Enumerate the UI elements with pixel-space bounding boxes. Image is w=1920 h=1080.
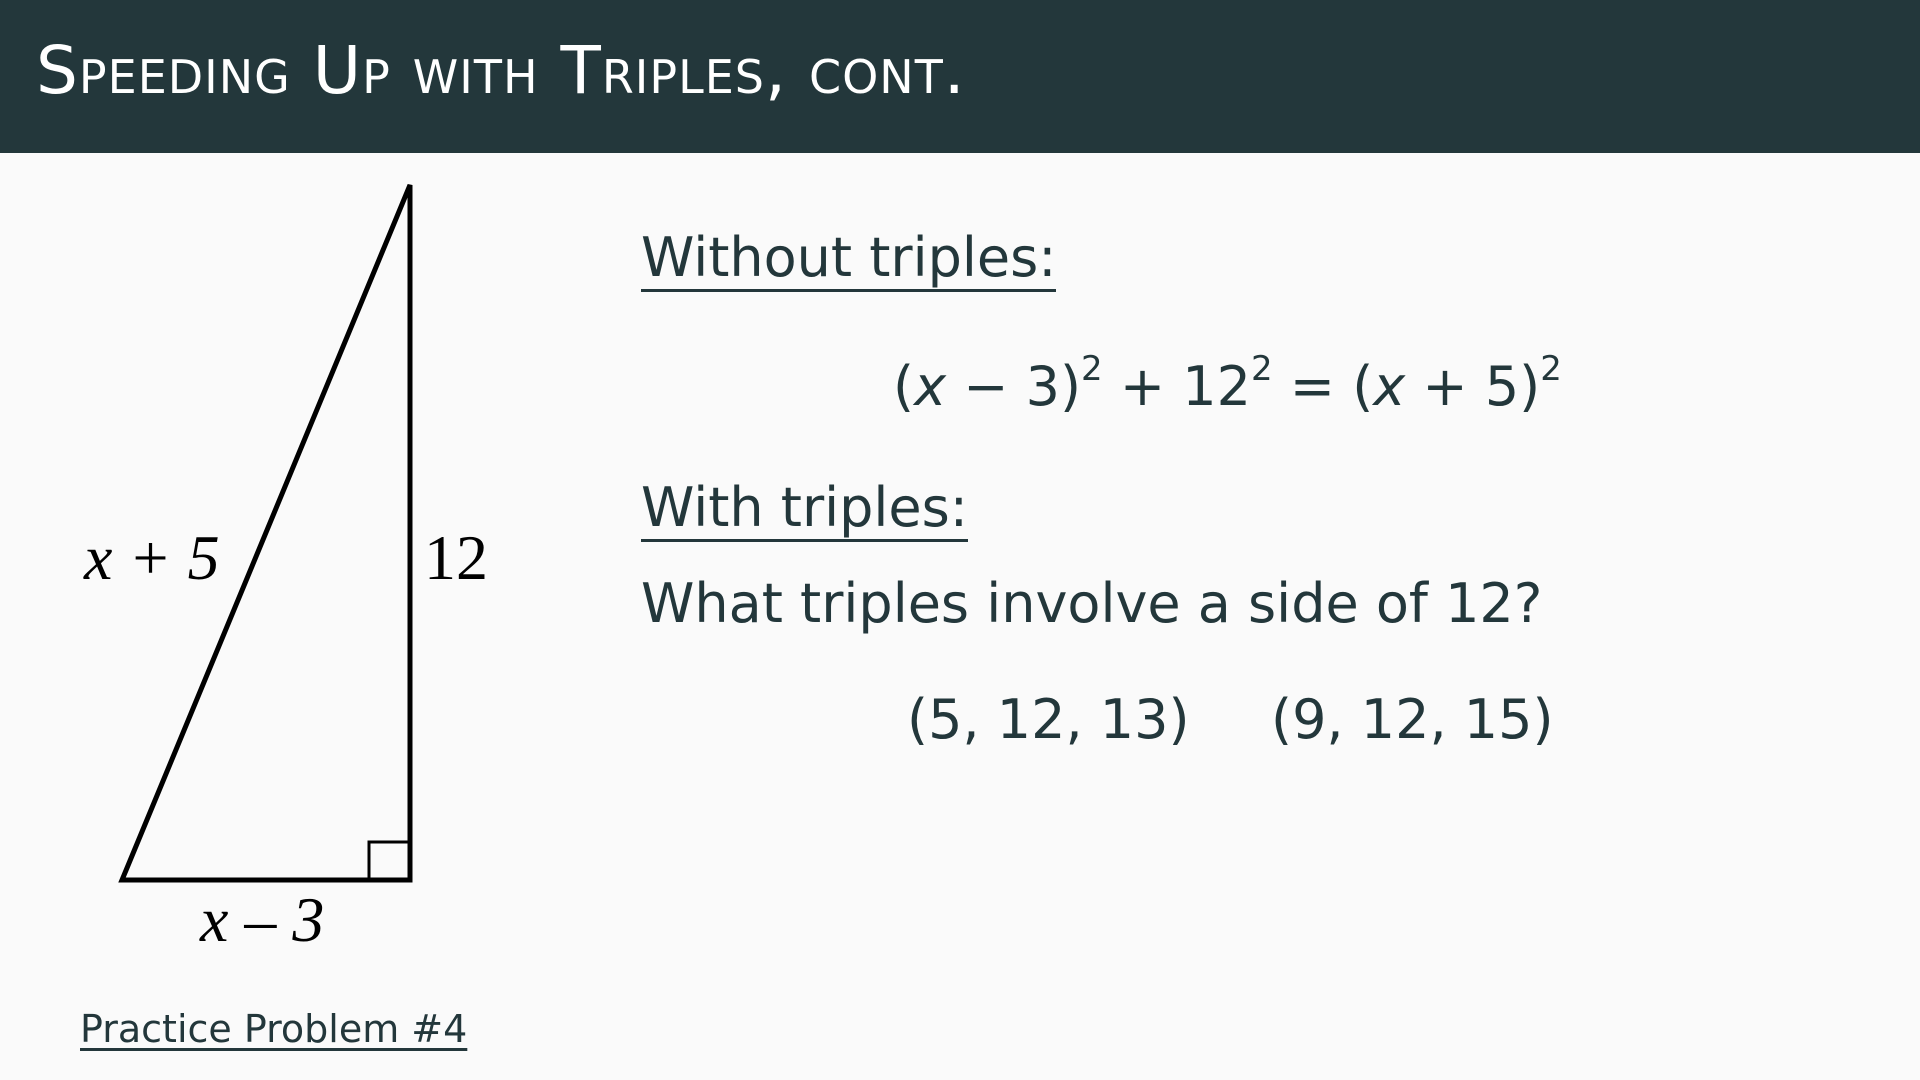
triple-option: (9, 12, 15) bbox=[1271, 688, 1554, 751]
pythagorean-equation: (x − 3)2 + 122 = (x + 5)2 bbox=[893, 352, 1562, 414]
slide-title: Speeding Up with Triples, cont. bbox=[36, 32, 966, 109]
base-label: x – 3 bbox=[199, 884, 324, 955]
with-triples-heading: With triples: bbox=[641, 478, 968, 543]
eq-open-paren: ( bbox=[893, 355, 915, 418]
right-triangle-diagram: x + 5 12 x – 3 bbox=[83, 184, 488, 955]
eq-variable-x-1: x bbox=[914, 355, 947, 418]
vertical-leg-label: 12 bbox=[424, 522, 488, 593]
eq-variable-x-2: x bbox=[1373, 355, 1406, 418]
title-bar: Speeding Up with Triples, cont. bbox=[0, 0, 1920, 153]
eq-exponent-2: 2 bbox=[1250, 349, 1273, 389]
eq-term-2: + 12 bbox=[1102, 355, 1251, 418]
eq-equals: = ( bbox=[1272, 355, 1374, 418]
without-triples-heading: Without triples: bbox=[641, 228, 1057, 293]
eq-exponent-3: 2 bbox=[1540, 349, 1562, 389]
triples-question: What triples involve a side of 12? bbox=[641, 572, 1543, 635]
eq-term-3: + 5) bbox=[1405, 355, 1541, 418]
right-angle-marker bbox=[367, 840, 412, 882]
eq-exponent-1: 2 bbox=[1081, 349, 1103, 389]
practice-problem-link[interactable]: Practice Problem #4 bbox=[80, 1010, 467, 1048]
hypotenuse-label: x + 5 bbox=[83, 522, 220, 593]
eq-term-1: − 3) bbox=[946, 355, 1082, 418]
triple-option: (5, 12, 13) bbox=[907, 688, 1190, 751]
